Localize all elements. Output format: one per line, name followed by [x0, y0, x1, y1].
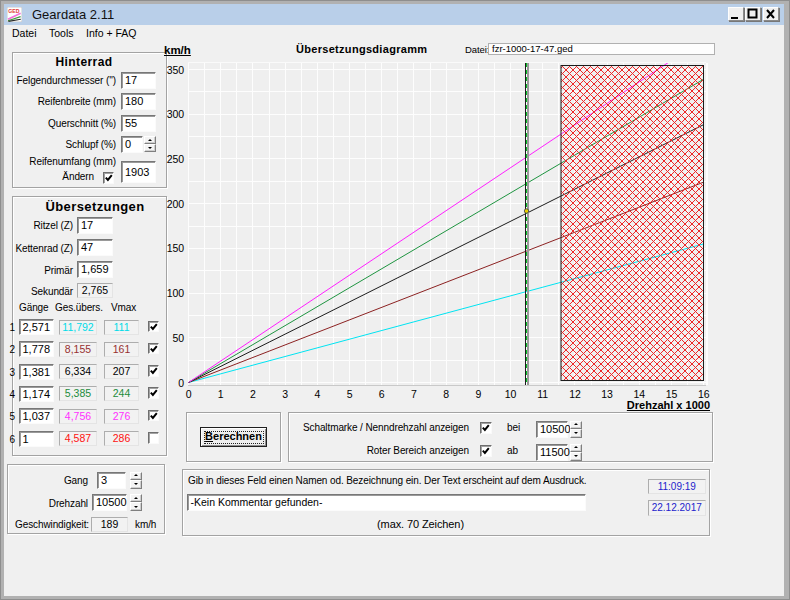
svg-text:GED: GED	[8, 8, 19, 14]
